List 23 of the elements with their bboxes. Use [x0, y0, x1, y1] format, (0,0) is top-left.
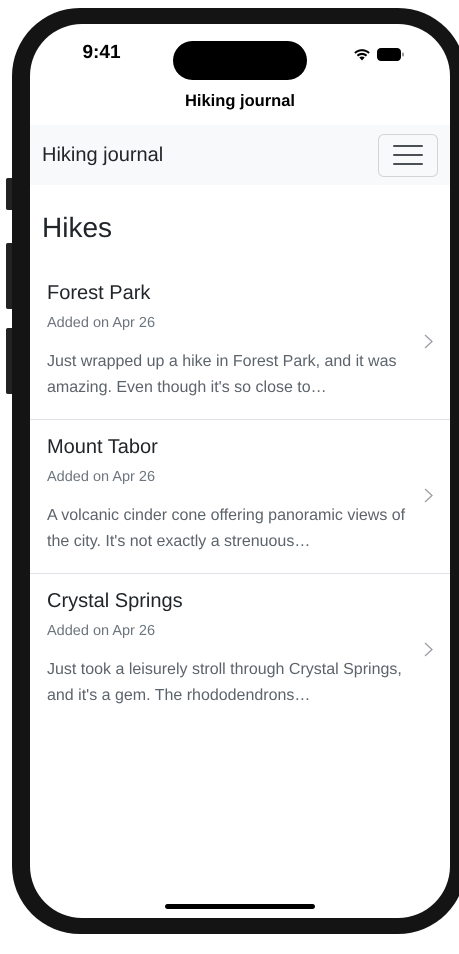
- hike-date: Added on Apr 26: [47, 623, 156, 639]
- hike-list-item[interactable]: Crystal Springs Added on Apr 26 Just took a leisurely stroll through Crystal Springs, and it's a gem. The rhododendrons…: [30, 574, 450, 727]
- navbar-brand[interactable]: Hiking journal: [42, 144, 164, 166]
- hike-date: Added on Apr 26: [47, 469, 156, 485]
- hike-name: Crystal Springs: [47, 590, 184, 613]
- hike-name: Forest Park: [47, 282, 152, 305]
- hike-excerpt: Just wrapped up a hike in Forest Park, and it was amazing. Even though it's so close to…: [47, 352, 398, 398]
- chevron-right-icon: [424, 488, 433, 503]
- hike-list-item[interactable]: Forest Park Added on Apr 26 Just wrapped up a hike in Forest Park, and it was amazing. Even though it's so close to…: [30, 266, 450, 420]
- hike-date: Added on Apr 26: [47, 315, 156, 331]
- hike-excerpt: Just took a leisurely stroll through Crystal Springs, and it's a gem. The rhododendrons…: [47, 660, 403, 706]
- status-time: 9:41: [82, 42, 121, 64]
- hike-excerpt: A volcanic cinder cone offering panoramic views of the city. It's not exactly a strenuous…: [47, 506, 406, 552]
- chevron-right-icon: [424, 642, 433, 657]
- page-heading: Hikes: [42, 212, 114, 244]
- menu-button[interactable]: [378, 134, 438, 176]
- battery-icon: [377, 48, 404, 60]
- menu-icon: [393, 144, 423, 166]
- hike-name: Mount Tabor: [47, 436, 159, 459]
- page-title: Hiking journal: [184, 91, 295, 112]
- chevron-right-icon: [424, 334, 433, 349]
- wifi-icon: [353, 48, 371, 60]
- hike-list-item[interactable]: Mount Tabor Added on Apr 26 A volcanic cinder cone offering panoramic views of the city. It's not exactly a strenuous…: [30, 420, 450, 574]
